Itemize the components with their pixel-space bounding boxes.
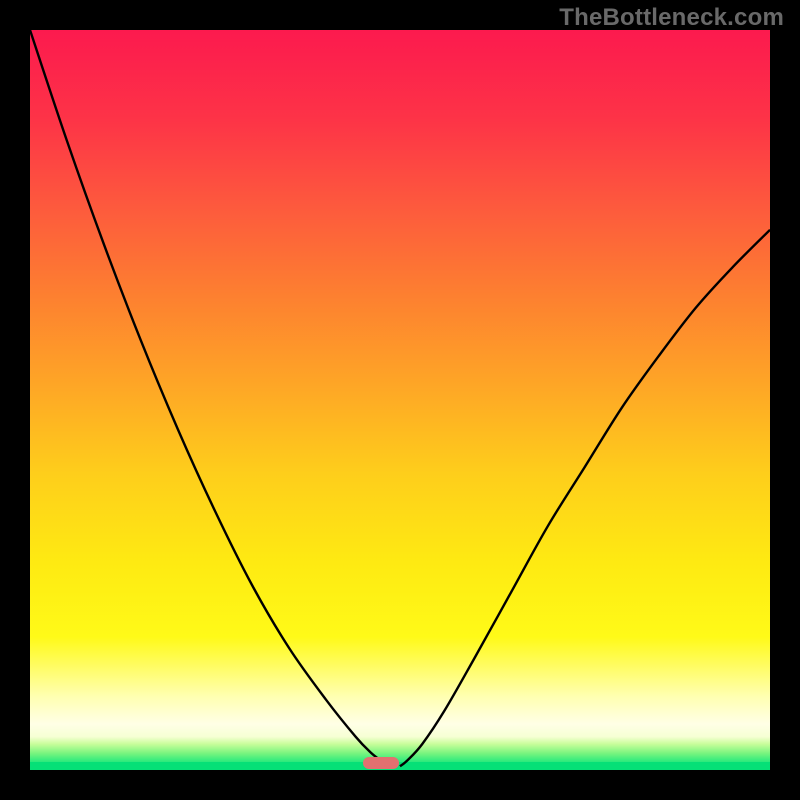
chart-frame: TheBottleneck.com [0,0,800,800]
watermark-label: TheBottleneck.com [559,4,784,32]
bottleneck-curve [30,30,770,770]
curve-left-arm [30,30,389,766]
optimal-marker-pill [363,757,399,769]
curve-right-arm [400,230,770,767]
plot-area [30,30,770,770]
